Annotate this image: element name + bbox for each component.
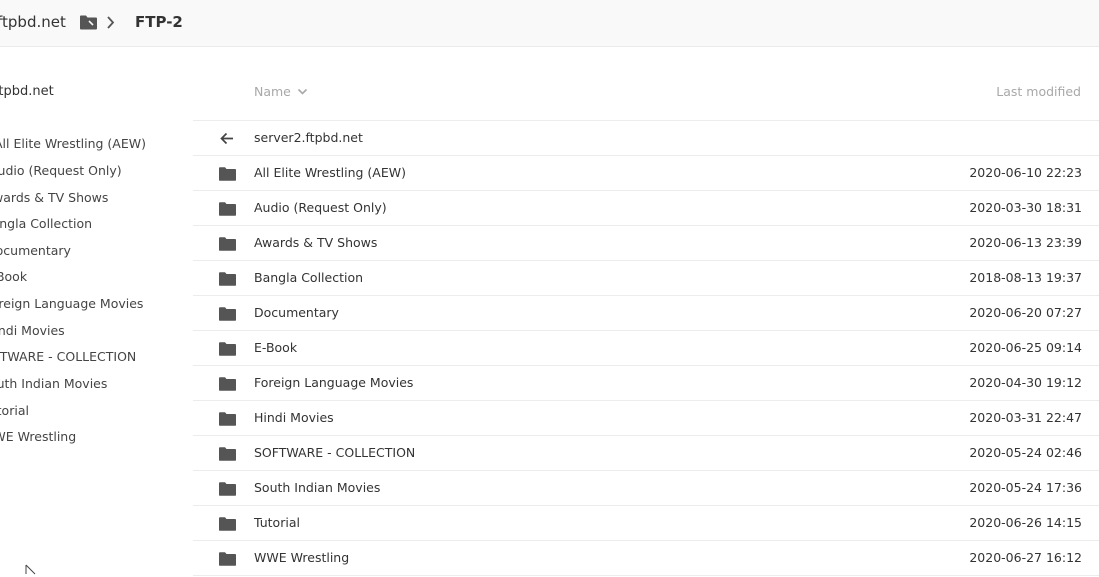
file-modified-date: 2020-06-25 09:14 <box>969 340 1082 355</box>
table-row[interactable]: Tutorial 2020-06-26 14:15 <box>193 506 1099 541</box>
file-modified-date: 2018-08-13 19:37 <box>969 270 1082 285</box>
sidebar-item-tutorial[interactable]: Tutorial <box>0 403 29 423</box>
folder-icon <box>219 552 236 566</box>
file-list: Name Last modified server2.ftpbd.net All… <box>193 47 1099 577</box>
folder-icon <box>219 202 236 216</box>
file-name[interactable]: All Elite Wrestling (AEW) <box>254 165 406 180</box>
file-modified-date: 2020-03-31 22:47 <box>969 410 1082 425</box>
folder-icon <box>219 342 236 356</box>
table-row[interactable]: Hindi Movies 2020-03-31 22:47 <box>193 401 1099 436</box>
breadcrumb: ftpbd.net FTP-2 <box>0 0 1099 47</box>
table-row[interactable]: E-Book 2020-06-25 09:14 <box>193 331 1099 366</box>
folder-icon <box>219 307 236 321</box>
file-name[interactable]: Tutorial <box>254 515 300 530</box>
parent-directory-row[interactable]: server2.ftpbd.net <box>193 121 1099 156</box>
table-row[interactable]: Awards & TV Shows 2020-06-13 23:39 <box>193 226 1099 261</box>
modified-column-header[interactable]: Last modified <box>996 84 1081 99</box>
sidebar-item-aew[interactable]: All Elite Wrestling (AEW) <box>0 136 146 156</box>
chevron-right-icon <box>107 16 115 29</box>
folder-icon <box>219 167 236 181</box>
folder-icon <box>219 272 236 286</box>
file-name[interactable]: WWE Wrestling <box>254 550 349 565</box>
parent-directory-link[interactable]: server2.ftpbd.net <box>254 130 363 145</box>
table-row[interactable]: All Elite Wrestling (AEW) 2020-06-10 22:2… <box>193 156 1099 191</box>
file-name[interactable]: Foreign Language Movies <box>254 375 413 390</box>
table-body: server2.ftpbd.net All Elite Wrestling (A… <box>193 121 1099 576</box>
file-modified-date: 2020-06-10 22:23 <box>969 165 1082 180</box>
folder-icon <box>219 447 236 461</box>
table-row[interactable]: WWE Wrestling 2020-06-27 16:12 <box>193 541 1099 576</box>
file-name[interactable]: South Indian Movies <box>254 480 380 495</box>
folder-icon <box>219 482 236 496</box>
arrow-left-icon <box>220 132 233 145</box>
sidebar-item-awards[interactable]: Awards & TV Shows <box>0 190 108 210</box>
sidebar-root-link[interactable]: ftpbd.net <box>0 84 54 99</box>
file-name[interactable]: SOFTWARE - COLLECTION <box>254 445 415 460</box>
file-name[interactable]: Audio (Request Only) <box>254 200 387 215</box>
file-modified-date: 2020-06-13 23:39 <box>969 235 1082 250</box>
file-name[interactable]: Awards & TV Shows <box>254 235 377 250</box>
sidebar-item-hindi[interactable]: Hindi Movies <box>0 323 65 343</box>
table-header: Name Last modified <box>193 47 1099 121</box>
sidebar: ftpbd.net All Elite Wrestling (AEW) Audi… <box>0 47 193 577</box>
table-row[interactable]: Documentary 2020-06-20 07:27 <box>193 296 1099 331</box>
sidebar-item-foreign[interactable]: Foreign Language Movies <box>0 296 143 316</box>
folder-icon[interactable] <box>80 15 97 30</box>
table-row[interactable]: SOFTWARE - COLLECTION 2020-05-24 02:46 <box>193 436 1099 471</box>
file-name[interactable]: Bangla Collection <box>254 270 363 285</box>
chevron-down-icon[interactable] <box>297 88 308 96</box>
sidebar-item-bangla[interactable]: Bangla Collection <box>0 216 92 236</box>
table-row[interactable]: Foreign Language Movies 2020-04-30 19:12 <box>193 366 1099 401</box>
name-column-header[interactable]: Name <box>254 84 291 99</box>
file-modified-date: 2020-06-26 14:15 <box>969 515 1082 530</box>
file-name[interactable]: Hindi Movies <box>254 410 334 425</box>
file-modified-date: 2020-06-20 07:27 <box>969 305 1082 320</box>
file-name[interactable]: E-Book <box>254 340 297 355</box>
sidebar-item-wwe[interactable]: WWE Wrestling <box>0 429 76 449</box>
folder-icon <box>219 377 236 391</box>
table-row[interactable]: South Indian Movies 2020-05-24 17:36 <box>193 471 1099 506</box>
folder-icon <box>219 237 236 251</box>
sidebar-item-south-indian[interactable]: South Indian Movies <box>0 376 107 396</box>
sidebar-item-software[interactable]: SOFTWARE - COLLECTION <box>0 349 136 369</box>
file-name[interactable]: Documentary <box>254 305 339 320</box>
file-modified-date: 2020-05-24 17:36 <box>969 480 1082 495</box>
file-modified-date: 2020-03-30 18:31 <box>969 200 1082 215</box>
file-modified-date: 2020-06-27 16:12 <box>969 550 1082 565</box>
sidebar-item-ebook[interactable]: E-Book <box>0 269 27 289</box>
sidebar-item-audio[interactable]: Audio (Request Only) <box>0 163 122 183</box>
breadcrumb-current[interactable]: FTP-2 <box>135 13 183 31</box>
table-row[interactable]: Bangla Collection 2018-08-13 19:37 <box>193 261 1099 296</box>
file-modified-date: 2020-04-30 19:12 <box>969 375 1082 390</box>
file-modified-date: 2020-05-24 02:46 <box>969 445 1082 460</box>
folder-icon <box>219 412 236 426</box>
breadcrumb-host-link[interactable]: ftpbd.net <box>0 13 66 31</box>
folder-icon <box>219 517 236 531</box>
mouse-cursor-icon <box>25 564 36 575</box>
sidebar-item-documentary[interactable]: Documentary <box>0 243 71 263</box>
table-row[interactable]: Audio (Request Only) 2020-03-30 18:31 <box>193 191 1099 226</box>
